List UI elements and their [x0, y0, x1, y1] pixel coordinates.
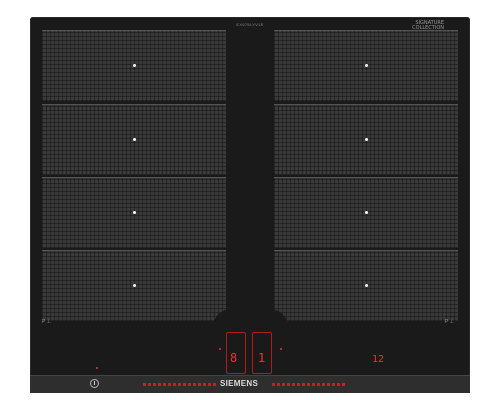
power-indicator-dot [96, 367, 98, 369]
cooking-zone-right-4[interactable] [274, 250, 458, 321]
left-cooking-zones [42, 30, 226, 321]
model-code: EX675LYV1E [236, 22, 264, 27]
zone-center-dot [133, 284, 136, 287]
cooking-zone-right-1[interactable] [274, 30, 458, 101]
cooking-zone-left-4[interactable] [42, 250, 226, 321]
zone-center-dot [133, 138, 136, 141]
power-icon[interactable] [90, 379, 99, 388]
power-level-display-1: 8 [230, 351, 238, 365]
brand-logo: SIEMENS [220, 379, 259, 388]
cooking-zone-left-1[interactable] [42, 30, 226, 101]
timer-display: 12 [372, 354, 385, 365]
zone-center-dot [365, 284, 368, 287]
cooking-zone-right-2[interactable] [274, 104, 458, 175]
zone-center-dot [365, 64, 368, 67]
cooking-zone-left-3[interactable] [42, 177, 226, 248]
left-power-slider[interactable] [143, 383, 218, 386]
right-cooking-zones [274, 30, 458, 321]
left-zone-symbol: P ⊥ [42, 319, 51, 325]
cooking-zone-left-2[interactable] [42, 104, 226, 175]
zone-center-dot [133, 64, 136, 67]
center-notch [213, 309, 288, 331]
zone-center-dot [365, 211, 368, 214]
cooking-zone-right-3[interactable] [274, 177, 458, 248]
indicator-dot-left [219, 348, 221, 350]
induction-hob: EX675LYV1E SIGNATURE COLLECTION P ⊥ P ⊥ … [30, 17, 470, 393]
power-level-display-2: 1 [258, 351, 266, 365]
right-power-slider[interactable] [272, 383, 347, 386]
right-zone-symbol: P ⊥ [445, 319, 454, 325]
control-strip: SIEMENS [30, 375, 470, 393]
indicator-dot-right [280, 348, 282, 350]
zone-center-dot [133, 211, 136, 214]
zone-center-dot [365, 138, 368, 141]
